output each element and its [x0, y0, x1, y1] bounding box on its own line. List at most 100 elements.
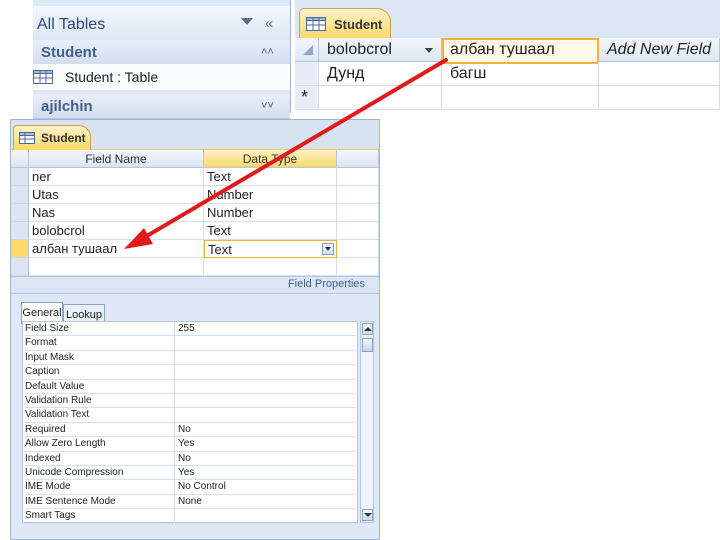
- property-row[interactable]: Unicode Compression Yes: [23, 466, 359, 481]
- row-selector-current[interactable]: [11, 240, 29, 258]
- field-name-cell[interactable]: bolobcrol: [29, 222, 204, 240]
- description-cell[interactable]: [337, 168, 379, 186]
- property-row[interactable]: Caption: [23, 365, 359, 380]
- table-cell[interactable]: [599, 86, 720, 110]
- field-row[interactable]: Nas Number: [11, 204, 379, 222]
- property-row[interactable]: Validation Text: [23, 408, 359, 423]
- property-row[interactable]: Format: [23, 336, 359, 351]
- data-type-cell[interactable]: Text: [204, 168, 337, 186]
- property-row[interactable]: Validation Rule: [23, 394, 359, 409]
- description-cell[interactable]: [337, 222, 379, 240]
- data-type-cell[interactable]: [204, 258, 337, 276]
- chevron-up-icon[interactable]: ˄˄: [261, 46, 274, 58]
- property-row[interactable]: IME Sentence Mode None: [23, 494, 359, 510]
- property-value[interactable]: None: [175, 495, 359, 510]
- field-name-cell[interactable]: Utas: [29, 186, 204, 204]
- property-label: Input Mask: [25, 350, 175, 366]
- property-row[interactable]: Required No: [23, 422, 359, 438]
- field-row-empty[interactable]: [11, 258, 379, 276]
- dropdown-arrow-icon[interactable]: [425, 48, 433, 53]
- property-value[interactable]: [175, 394, 359, 409]
- property-value[interactable]: No: [175, 452, 359, 466]
- table-cell[interactable]: багш: [442, 62, 599, 86]
- property-value[interactable]: [175, 380, 359, 394]
- tab-student-design[interactable]: Student: [13, 125, 91, 150]
- data-type-header[interactable]: Data Type: [204, 150, 337, 168]
- property-row[interactable]: Field Size 255: [23, 322, 359, 337]
- column-header-alban-tushaal[interactable]: албан тушаал: [442, 38, 599, 64]
- field-name-cell[interactable]: ner: [29, 168, 204, 186]
- row-selector[interactable]: [11, 186, 29, 204]
- property-row[interactable]: IME Mode No Control: [23, 480, 359, 495]
- property-value[interactable]: Yes: [175, 466, 359, 481]
- property-value[interactable]: [175, 336, 359, 351]
- property-row[interactable]: Default Value: [23, 379, 359, 394]
- row-selector[interactable]: [295, 62, 319, 86]
- row-selector[interactable]: [11, 258, 29, 276]
- description-cell[interactable]: [337, 204, 379, 222]
- property-value[interactable]: [175, 365, 359, 380]
- description-header[interactable]: [337, 150, 379, 168]
- property-value[interactable]: Yes: [175, 437, 359, 452]
- scroll-up-icon[interactable]: [362, 323, 373, 335]
- dropdown-arrow-icon[interactable]: [241, 18, 253, 25]
- row-selector[interactable]: [11, 222, 29, 240]
- tab-student-datasheet[interactable]: Student: [299, 8, 391, 39]
- description-cell[interactable]: [337, 240, 379, 258]
- table-cell[interactable]: [442, 86, 599, 110]
- nav-item-student-table[interactable]: Student : Table: [33, 64, 290, 90]
- table-cell[interactable]: [319, 86, 442, 110]
- field-name-cell[interactable]: Nas: [29, 204, 204, 222]
- property-value[interactable]: [175, 408, 359, 423]
- description-cell[interactable]: [337, 186, 379, 204]
- description-cell[interactable]: [337, 258, 379, 276]
- select-all-corner[interactable]: [295, 38, 319, 62]
- property-row[interactable]: Smart Tags: [23, 509, 359, 524]
- corner-triangle-icon: [303, 44, 313, 55]
- field-row[interactable]: Utas Number: [11, 186, 379, 204]
- row-selector[interactable]: [11, 204, 29, 222]
- property-value[interactable]: [175, 351, 359, 366]
- data-type-dropdown-button[interactable]: [322, 243, 334, 255]
- data-type-cell[interactable]: Text: [204, 222, 337, 240]
- row-selector[interactable]: [11, 168, 29, 186]
- property-value[interactable]: No: [175, 423, 359, 438]
- chevron-down-icon[interactable]: ˅˅: [261, 100, 274, 112]
- add-new-field-header[interactable]: Add New Field: [599, 38, 720, 62]
- all-tables-label: All Tables: [37, 15, 106, 33]
- property-value[interactable]: 255: [175, 322, 359, 337]
- property-value[interactable]: No Control: [175, 480, 359, 495]
- field-name-header[interactable]: Field Name: [29, 150, 204, 168]
- property-label: Smart Tags: [25, 509, 175, 524]
- nav-group-label: ajilchin: [41, 97, 93, 115]
- property-row[interactable]: Allow Zero Length Yes: [23, 437, 359, 452]
- column-header-bolobcrol[interactable]: bolobcrol: [319, 38, 442, 62]
- table-cell[interactable]: [599, 62, 720, 86]
- field-grid-corner[interactable]: [11, 150, 29, 168]
- property-scrollbar[interactable]: [360, 321, 374, 523]
- property-row[interactable]: Indexed No: [23, 451, 359, 466]
- property-row[interactable]: Input Mask: [23, 350, 359, 366]
- field-row[interactable]: ner Text: [11, 168, 379, 186]
- field-row-current[interactable]: албан тушаал Text: [11, 240, 379, 258]
- tab-lookup[interactable]: Lookup: [63, 304, 105, 322]
- all-tables-header[interactable]: All Tables «: [33, 6, 290, 44]
- property-label: Validation Text: [25, 408, 175, 423]
- column-header-label: албан тушаал: [450, 40, 555, 58]
- property-label: Allow Zero Length: [25, 437, 175, 452]
- table-cell[interactable]: Дунд: [319, 62, 442, 86]
- data-type-cell[interactable]: Number: [204, 186, 337, 204]
- field-name-cell[interactable]: албан тушаал: [29, 240, 204, 258]
- collapse-pane-icon[interactable]: «: [265, 15, 273, 32]
- field-name-cell[interactable]: [29, 258, 204, 276]
- scroll-thumb[interactable]: [362, 338, 373, 352]
- scroll-down-icon[interactable]: [362, 509, 373, 521]
- field-row[interactable]: bolobcrol Text: [11, 222, 379, 240]
- navigation-pane: All Tables « Student ˄˄ Student : Table …: [33, 0, 291, 119]
- data-type-cell[interactable]: Number: [204, 204, 337, 222]
- property-value[interactable]: [175, 509, 359, 524]
- nav-group-ajilchin[interactable]: ajilchin ˅˅: [33, 94, 290, 119]
- nav-group-student[interactable]: Student ˄˄: [33, 40, 290, 65]
- new-row-selector[interactable]: *: [295, 86, 319, 110]
- data-type-cell[interactable]: Text: [204, 240, 337, 258]
